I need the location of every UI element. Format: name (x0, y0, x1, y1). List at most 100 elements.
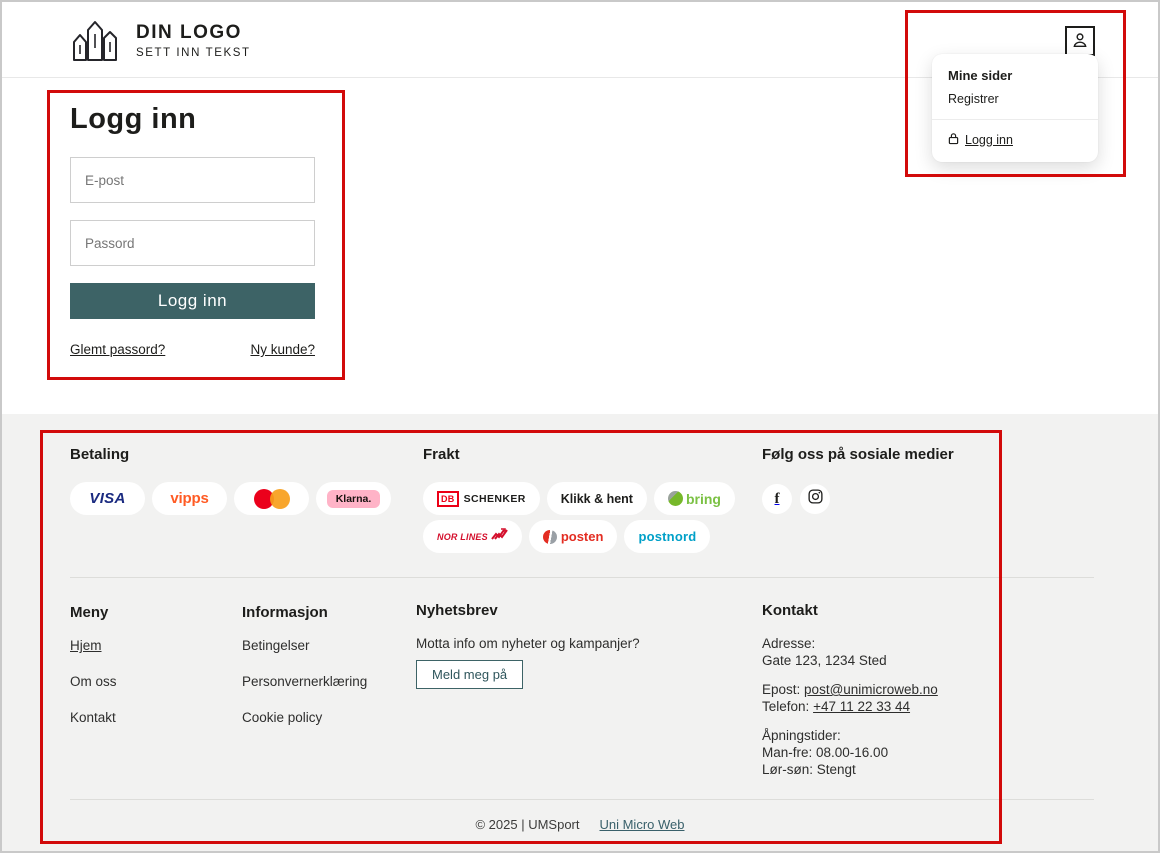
menu-column: Meny Hjem Om oss Kontakt (70, 604, 117, 745)
email-field[interactable] (70, 157, 315, 203)
site-logo[interactable]: DIN LOGO SETT INN TEKST (68, 16, 251, 64)
list-item: Betingelser (242, 637, 367, 654)
page: DIN LOGO SETT INN TEKST Mine sider Regis… (0, 0, 1160, 853)
address-label: Adresse: (762, 636, 815, 651)
footer-bottom-row: © 2025 | UMSport Uni Micro Web (2, 817, 1158, 832)
contact-address: Adresse: Gate 123, 1234 Sted (762, 635, 982, 669)
bring-logo: bring (686, 491, 721, 507)
menu-link-hjem[interactable]: Hjem (70, 638, 102, 653)
forgot-password-link[interactable]: Glemt passord? (70, 342, 165, 357)
facebook-icon: f (775, 491, 780, 508)
info-link-betingelser[interactable]: Betingelser (242, 638, 310, 653)
login-submit-button[interactable]: Logg inn (70, 283, 315, 319)
postnord-logo: postnord (638, 529, 696, 544)
instagram-icon (808, 489, 823, 509)
schenker-logo: SCHENKER (464, 493, 526, 505)
hours-weekdays: Man-fre: 08.00-16.00 (762, 745, 888, 760)
menu-heading: Meny (70, 604, 117, 622)
posten-logo-icon (543, 530, 557, 544)
payment-section: Betaling VISA vipps Klarna. (70, 446, 391, 515)
facebook-link[interactable]: f (762, 484, 792, 514)
contact-hours: Åpningstider: Man-fre: 08.00-16.00 Lør-s… (762, 727, 982, 778)
vipps-badge: vipps (152, 482, 227, 515)
mastercard-badge (234, 482, 309, 515)
email-label: Epost: (762, 682, 800, 697)
list-item: Personvernerklæring (242, 673, 367, 690)
phone-link[interactable]: +47 11 22 33 44 (813, 699, 910, 714)
contact-column: Kontakt Adresse: Gate 123, 1234 Sted Epo… (762, 602, 982, 778)
db-schenker-badge: DB SCHENKER (423, 482, 540, 515)
logo-text: DIN LOGO SETT INN TEKST (136, 22, 251, 59)
lock-icon (948, 132, 959, 148)
password-field[interactable] (70, 220, 315, 266)
payment-badges: VISA vipps Klarna. (70, 482, 391, 515)
list-item: Om oss (70, 673, 117, 690)
new-customer-link[interactable]: Ny kunde? (250, 342, 315, 357)
posten-logo: posten (561, 529, 604, 544)
contact-heading: Kontakt (762, 602, 982, 620)
account-dropdown-title: Mine sider (948, 68, 1082, 83)
klikk-hent-label: Klikk & hent (561, 492, 633, 506)
social-section: Følg oss på sosiale medier f (762, 446, 954, 514)
bring-badge: bring (654, 482, 735, 515)
dropdown-login-link[interactable]: Logg inn (948, 120, 1082, 162)
vipps-logo: vipps (170, 490, 208, 507)
shipping-badges-row1: DB SCHENKER Klikk & hent bring (423, 482, 735, 515)
address-value: Gate 123, 1234 Sted (762, 653, 887, 668)
menu-link-om-oss[interactable]: Om oss (70, 674, 117, 689)
klarna-badge: Klarna. (316, 482, 391, 515)
login-form: Logg inn Logg inn Glemt passord? Ny kund… (70, 102, 315, 357)
mastercard-logo-icon (254, 488, 290, 510)
list-item: Cookie policy (242, 709, 367, 726)
newsletter-signup-button[interactable]: Meld meg på (416, 660, 523, 689)
footer-divider-top (70, 577, 1094, 578)
logo-subtitle: SETT INN TEKST (136, 47, 251, 59)
shipping-badges-row2: NOR LINES posten postnord (423, 520, 735, 553)
db-logo: DB (437, 491, 459, 507)
info-link-personvern[interactable]: Personvernerklæring (242, 674, 367, 689)
contact-email-phone: Epost: post@unimicroweb.no Telefon: +47 … (762, 681, 982, 715)
postnord-badge: postnord (624, 520, 710, 553)
norlines-badge: NOR LINES (423, 520, 522, 553)
menu-link-kontakt[interactable]: Kontakt (70, 710, 116, 725)
norlines-arrow-icon (491, 527, 508, 546)
klikk-hent-badge: Klikk & hent (547, 482, 647, 515)
hours-weekend: Lør-søn: Stengt (762, 762, 856, 777)
buildings-logo-icon (68, 16, 122, 64)
social-heading: Følg oss på sosiale medier (762, 446, 954, 464)
copyright-text: © 2025 | UMSport (475, 817, 579, 832)
info-column: Informasjon Betingelser Personvernerklær… (242, 604, 367, 745)
hours-label: Åpningstider: (762, 728, 841, 743)
login-heading: Logg inn (70, 102, 315, 137)
newsletter-heading: Nyhetsbrev (416, 602, 640, 620)
dropdown-login-label: Logg inn (965, 133, 1013, 147)
social-icons-row: f (762, 484, 954, 514)
site-footer: Betaling VISA vipps Klarna. Frakt DB SCH… (2, 414, 1158, 853)
footer-divider-bottom (70, 799, 1094, 800)
instagram-link[interactable] (800, 484, 830, 514)
email-link[interactable]: post@unimicroweb.no (804, 682, 938, 697)
login-links-row: Glemt passord? Ny kunde? (70, 342, 315, 357)
shipping-heading: Frakt (423, 446, 735, 464)
newsletter-column: Nyhetsbrev Motta info om nyheter og kamp… (416, 602, 640, 689)
klarna-logo: Klarna. (327, 490, 381, 508)
account-icon-button[interactable] (1065, 26, 1095, 56)
visa-logo: VISA (89, 490, 125, 507)
list-item: Hjem (70, 637, 117, 654)
visa-badge: VISA (70, 482, 145, 515)
info-heading: Informasjon (242, 604, 367, 622)
user-icon (1070, 30, 1090, 53)
uni-micro-web-link[interactable]: Uni Micro Web (599, 817, 684, 832)
register-link[interactable]: Registrer (948, 92, 1082, 106)
logo-title: DIN LOGO (136, 22, 251, 44)
bring-logo-icon (668, 491, 683, 506)
info-link-cookie-policy[interactable]: Cookie policy (242, 710, 322, 725)
payment-heading: Betaling (70, 446, 391, 464)
list-item: Kontakt (70, 709, 117, 726)
shipping-section: Frakt DB SCHENKER Klikk & hent bring NOR… (423, 446, 735, 553)
newsletter-prompt: Motta info om nyheter og kampanjer? (416, 635, 640, 652)
posten-badge: posten (529, 520, 618, 553)
phone-label: Telefon: (762, 699, 809, 714)
account-dropdown: Mine sider Registrer Logg inn (932, 54, 1098, 162)
norlines-logo: NOR LINES (437, 532, 488, 542)
